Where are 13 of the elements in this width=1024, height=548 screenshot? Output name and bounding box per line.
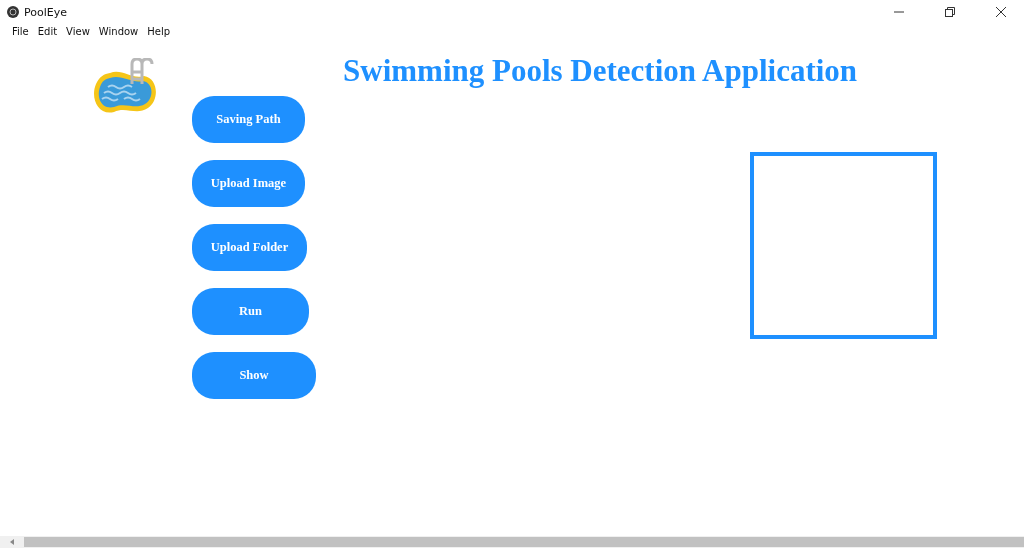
app-icon	[7, 6, 19, 18]
pool-icon	[92, 58, 158, 114]
menu-item[interactable]: Edit	[37, 25, 58, 37]
menu-item[interactable]: File	[12, 25, 29, 37]
scroll-left-icon[interactable]	[8, 538, 16, 546]
menu-item[interactable]: Window	[98, 25, 139, 37]
close-icon[interactable]	[996, 7, 1006, 17]
menu-item[interactable]: View	[66, 25, 90, 37]
menu-item[interactable]: Help	[147, 25, 171, 37]
app-heading: Swimming Pools Detection Application	[343, 54, 859, 88]
window-title: PoolEye	[24, 5, 67, 19]
restore-icon[interactable]	[945, 7, 955, 17]
horizontal-scrollbar[interactable]	[0, 536, 1024, 548]
